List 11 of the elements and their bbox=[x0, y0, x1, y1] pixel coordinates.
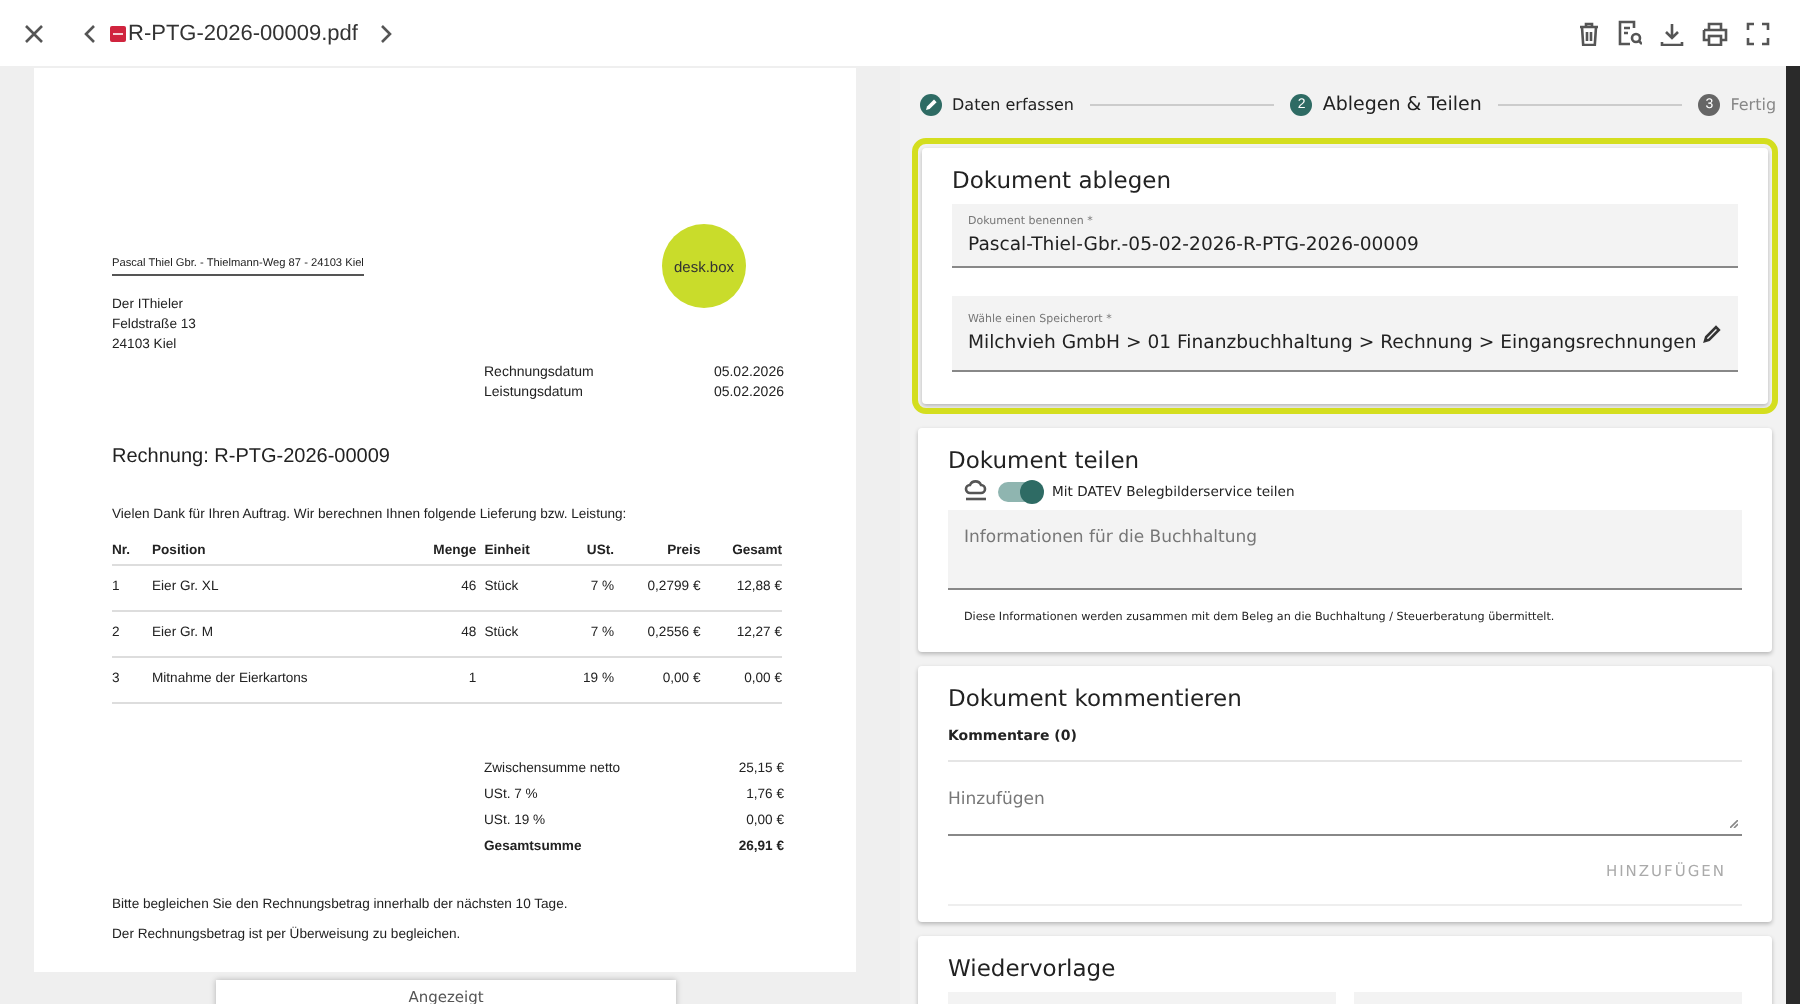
step-label: Fertig bbox=[1730, 95, 1777, 113]
card-title: Dokument ablegen bbox=[952, 166, 1173, 194]
card-title: Dokument kommentieren bbox=[948, 684, 1244, 712]
invoice-title: Rechnung: R-PTG-2026-00009 bbox=[112, 446, 392, 468]
card-title: Wiedervorlage bbox=[948, 954, 1118, 982]
step-label: Ablegen & Teilen bbox=[1322, 93, 1482, 115]
file-name: R-PTG-2026-00009.pdf bbox=[128, 21, 358, 45]
card-title: Dokument teilen bbox=[948, 446, 1142, 474]
notes-field[interactable]: Informationen für die Buchhaltung bbox=[948, 510, 1742, 590]
comment-field[interactable]: Hinzufügen bbox=[948, 762, 1742, 836]
step-label: Daten erfassen bbox=[952, 95, 1074, 113]
